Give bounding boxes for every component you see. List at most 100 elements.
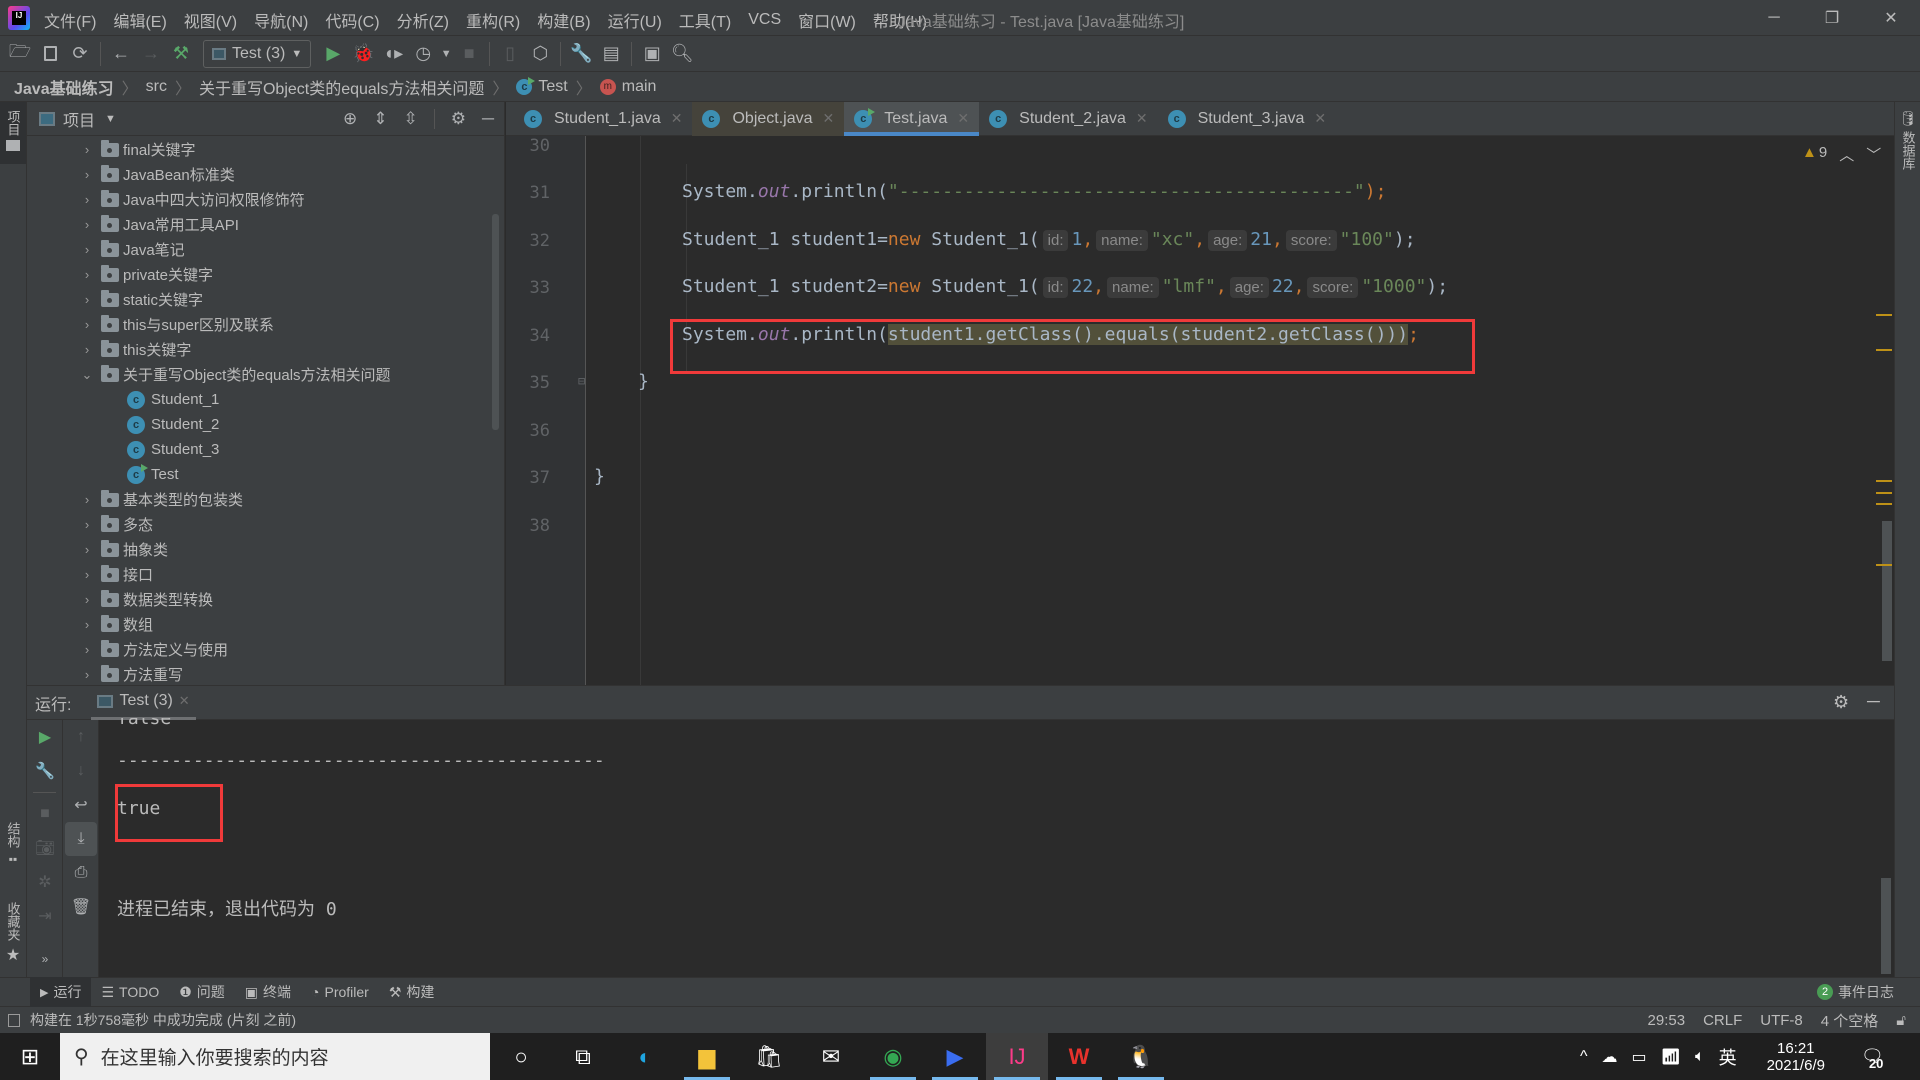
- chevron-right-icon[interactable]: ›: [79, 317, 95, 332]
- chevron-down-icon[interactable]: ⌄: [79, 367, 95, 383]
- chevron-down-icon[interactable]: ﹀: [1866, 144, 1881, 165]
- intellij-app[interactable]: IJ: [986, 1033, 1048, 1080]
- caret-position[interactable]: 29:53: [1648, 1012, 1686, 1029]
- chevron-right-icon[interactable]: ›: [79, 142, 95, 157]
- breadcrumb-project[interactable]: Java基础练习: [14, 75, 114, 99]
- start-button[interactable]: ⊞: [0, 1033, 60, 1080]
- menu-view[interactable]: 视图(V): [184, 8, 237, 32]
- project-structure-button[interactable]: ▤: [597, 40, 625, 68]
- chrome-app[interactable]: ◉: [862, 1033, 924, 1080]
- console-output[interactable]: false ----------------------------------…: [99, 718, 1894, 977]
- status-toggle-icon[interactable]: [8, 1013, 20, 1027]
- tree-folder[interactable]: › Java笔记: [27, 237, 487, 262]
- tree-class[interactable]: c Student_2: [27, 412, 487, 437]
- minimize-button[interactable]: ─: [1745, 0, 1803, 36]
- menu-build[interactable]: 构建(B): [537, 8, 590, 32]
- tree-class[interactable]: c Test: [27, 462, 487, 487]
- forward-button[interactable]: →: [137, 40, 165, 68]
- tree-folder[interactable]: › 方法重写: [27, 662, 487, 687]
- wifi-icon[interactable]: 📶︎: [1661, 1047, 1681, 1067]
- menu-run[interactable]: 运行(U): [608, 8, 662, 32]
- menu-refactor[interactable]: 重构(R): [466, 8, 520, 32]
- chevron-up-icon[interactable]: ^: [1580, 1048, 1588, 1066]
- menu-window[interactable]: 窗口(W): [798, 8, 856, 32]
- tool-tab-terminal[interactable]: ▣ 终端: [235, 977, 301, 1007]
- project-tool-button[interactable]: 项目: [0, 102, 26, 164]
- tree-folder[interactable]: › 多态: [27, 512, 487, 537]
- tool-tab-run[interactable]: ▶ 运行: [30, 977, 92, 1007]
- chevron-right-icon[interactable]: ›: [79, 517, 95, 532]
- save-all-button[interactable]: [36, 40, 64, 68]
- run-config-select[interactable]: Test (3) ▼: [203, 39, 312, 68]
- dump-threads-button[interactable]: 📷︎: [27, 831, 63, 865]
- exit-debug-button[interactable]: ✲: [27, 865, 63, 899]
- close-tab-icon[interactable]: ✕: [179, 693, 190, 709]
- expand-all-icon[interactable]: ⇕: [373, 109, 387, 129]
- collapse-all-icon[interactable]: ⇳: [403, 109, 417, 129]
- chevron-right-icon[interactable]: ›: [79, 592, 95, 607]
- code-editor[interactable]: ▲ 9 ︿ ﹀ System.out.println("--------------…: [586, 136, 1892, 685]
- database-tool-button[interactable]: 🛢 数据库: [1895, 110, 1920, 170]
- settings-button[interactable]: 🔧: [567, 40, 595, 68]
- run-tab[interactable]: Test (3) ✕: [91, 686, 196, 720]
- stop-button[interactable]: ■: [27, 797, 63, 831]
- warning-marker[interactable]: [1876, 503, 1892, 505]
- scroll-to-end-button[interactable]: ⤓: [65, 822, 97, 856]
- run-button[interactable]: ▶: [319, 40, 347, 68]
- chevron-right-icon[interactable]: ›: [79, 292, 95, 307]
- clock[interactable]: 16:21 2021/6/9: [1767, 1040, 1825, 1074]
- debug-button[interactable]: 🐞: [349, 40, 377, 68]
- chevron-right-icon[interactable]: ›: [79, 192, 95, 207]
- chevron-right-icon[interactable]: ›: [79, 267, 95, 282]
- console-scrollbar[interactable]: [1881, 878, 1891, 974]
- tree-folder[interactable]: › final关键字: [27, 137, 487, 162]
- menu-navigate[interactable]: 导航(N): [254, 8, 308, 32]
- profile-button[interactable]: ◷: [409, 40, 437, 68]
- tree-folder[interactable]: › private关键字: [27, 262, 487, 287]
- hide-panel-icon[interactable]: ─: [482, 109, 494, 129]
- update-button[interactable]: ⬡: [526, 40, 554, 68]
- tab-student-2[interactable]: c Student_2.java ✕: [979, 102, 1157, 136]
- video-app[interactable]: ▶: [924, 1033, 986, 1080]
- restore-button[interactable]: ❐: [1803, 0, 1861, 36]
- chevron-right-icon[interactable]: ›: [79, 642, 95, 657]
- tree-folder[interactable]: › this与super区别及联系: [27, 312, 487, 337]
- project-view-select[interactable]: 项目: [63, 107, 95, 131]
- task-view-button[interactable]: ⧉: [552, 1033, 614, 1080]
- tree-folder[interactable]: › Java常用工具API: [27, 212, 487, 237]
- gear-icon[interactable]: ⚙: [451, 109, 466, 129]
- onedrive-icon[interactable]: ☁: [1602, 1047, 1618, 1067]
- store-app[interactable]: 🛍: [738, 1033, 800, 1080]
- menu-edit[interactable]: 编辑(E): [113, 8, 166, 32]
- taskbar-search[interactable]: ⚲ 在这里输入你要搜索的内容: [60, 1033, 490, 1080]
- open-button[interactable]: 🗁: [6, 40, 34, 68]
- tree-folder[interactable]: › Java中四大访问权限修饰符: [27, 187, 487, 212]
- coverage-button[interactable]: ◖▸: [379, 40, 407, 68]
- tree-class[interactable]: c Student_3: [27, 437, 487, 462]
- mail-app[interactable]: ✉: [800, 1033, 862, 1080]
- edge-app[interactable]: ◐: [614, 1033, 676, 1080]
- tab-test[interactable]: c Test.java ✕: [844, 101, 980, 136]
- unlock-icon[interactable]: 🔓︎: [1896, 1012, 1906, 1029]
- tool-tab-problems[interactable]: ❶ 问题: [169, 977, 235, 1007]
- action-center-button[interactable]: 🗨︎ 20: [1861, 1046, 1884, 1071]
- chevron-right-icon[interactable]: ›: [79, 567, 95, 582]
- chevron-right-icon[interactable]: ›: [79, 617, 95, 632]
- tree-class[interactable]: c Student_1: [27, 387, 487, 412]
- gear-icon[interactable]: ⚙: [1833, 692, 1849, 713]
- chevron-right-icon[interactable]: ›: [79, 242, 95, 257]
- search-everywhere-button[interactable]: 🔍︎: [668, 40, 696, 68]
- project-scrollbar[interactable]: [492, 214, 499, 430]
- line-separator[interactable]: CRLF: [1703, 1012, 1742, 1029]
- menu-tools[interactable]: 工具(T): [679, 8, 731, 32]
- tree-folder[interactable]: › this关键字: [27, 337, 487, 362]
- structure-tool-button[interactable]: 结构 ▪▪: [0, 822, 26, 866]
- chevron-right-icon[interactable]: ›: [79, 167, 95, 182]
- previous-occurrence-button[interactable]: ↑: [63, 720, 99, 754]
- tree-folder[interactable]: ⌄ 关于重写Object类的equals方法相关问题: [27, 362, 487, 387]
- editor-scrollbar[interactable]: [1882, 521, 1892, 661]
- tree-folder[interactable]: › 方法定义与使用: [27, 637, 487, 662]
- tree-folder[interactable]: › static关键字: [27, 287, 487, 312]
- close-tab-icon[interactable]: ✕: [1136, 110, 1148, 127]
- tree-folder[interactable]: › 基本类型的包装类: [27, 487, 487, 512]
